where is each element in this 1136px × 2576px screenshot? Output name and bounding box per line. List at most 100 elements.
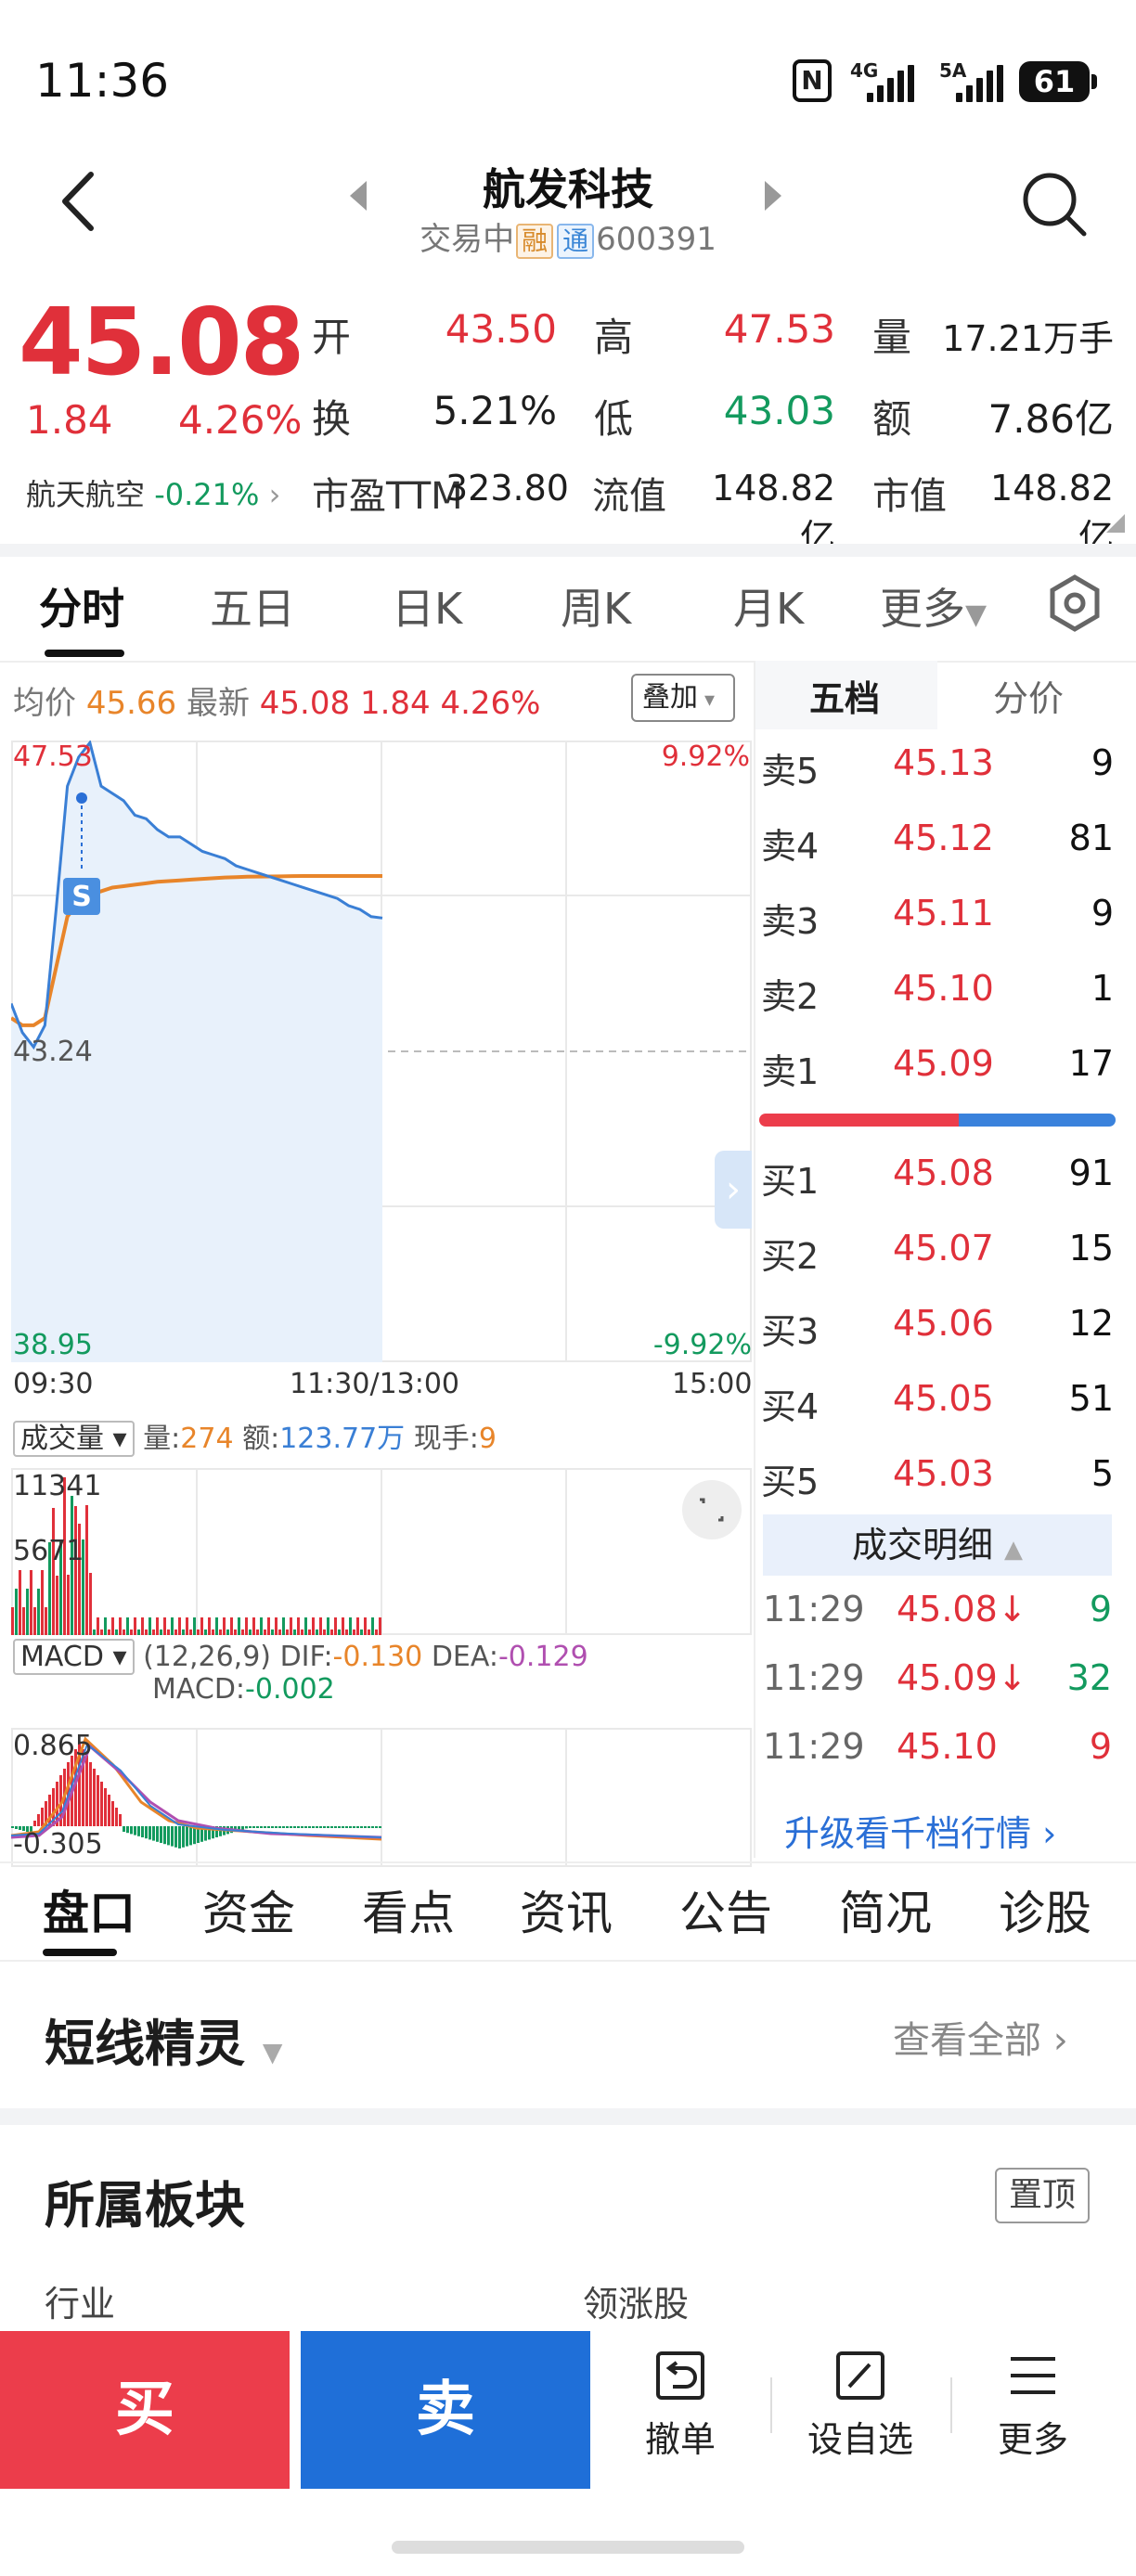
tab-news[interactable]: 资讯 (520, 1876, 613, 1943)
macd-bar (111, 1801, 114, 1826)
volume-dropdown[interactable]: 成交量 ▾ (13, 1421, 135, 1457)
bid-level[interactable]: 买5 45.03 5 (761, 1453, 1114, 1509)
sell-button[interactable]: 卖 (301, 2331, 590, 2489)
tab-order-book[interactable]: 盘口 (43, 1876, 136, 1943)
ask-level[interactable]: 卖5 45.13 9 (761, 742, 1114, 798)
fullscreen-icon[interactable] (681, 1479, 742, 1540)
ask-level-price: 45.09 (893, 1043, 994, 1084)
macd-bar (178, 1826, 181, 1848)
bid-level-price: 45.08 (893, 1153, 994, 1193)
macd-bar (245, 1826, 248, 1829)
more-actions-button[interactable]: 更多 (954, 2348, 1112, 2462)
trade-detail-header[interactable]: 成交明细 ▲ (763, 1514, 1112, 1576)
volume-bar (304, 1617, 307, 1635)
macd-bar (297, 1826, 300, 1828)
ask-level[interactable]: 卖2 45.10 1 (761, 968, 1114, 1024)
see-all-link[interactable]: 查看全部 › (893, 2010, 1068, 2064)
tab-announcements[interactable]: 公告 (679, 1876, 772, 1943)
tab-diagnosis[interactable]: 诊股 (999, 1876, 1091, 1943)
connect-tag: 通 (557, 224, 595, 259)
edit-watchlist-icon (836, 2351, 884, 2400)
ask-level[interactable]: 卖1 45.09 17 (761, 1043, 1114, 1099)
cancel-order-icon (656, 2351, 704, 2400)
ask-level[interactable]: 卖3 45.11 9 (761, 893, 1114, 948)
macd-bar (241, 1826, 244, 1830)
macd-bar (152, 1826, 155, 1841)
tab-daily-k[interactable]: 日K (392, 575, 462, 637)
volume-bar (345, 1629, 348, 1635)
bid-level-volume: 91 (1068, 1153, 1114, 1193)
volume-bar (145, 1629, 148, 1635)
bid-level[interactable]: 买3 45.06 12 (761, 1303, 1114, 1359)
macd-bar (312, 1826, 315, 1828)
macd-bar (137, 1826, 140, 1836)
bid-level[interactable]: 买2 45.07 15 (761, 1228, 1114, 1283)
vol-ymax-label: 11341 (13, 1470, 102, 1502)
volume-bar (375, 1629, 378, 1635)
dif-label: DIF: (279, 1641, 333, 1673)
tab-price-distribution[interactable]: 分价 (993, 670, 1064, 721)
macd-bar (85, 1756, 88, 1826)
trade-time: 11:29 (763, 1657, 865, 1698)
pin-top-button[interactable]: 置顶 (995, 2168, 1090, 2223)
tab-profile[interactable]: 简况 (839, 1876, 932, 1943)
upgrade-level2-link[interactable]: 升级看千档行情 › (784, 1805, 1056, 1856)
chart-info-line: 均价 45.66 最新 45.08 1.84 4.26% (13, 677, 540, 723)
bid-level-volume: 15 (1068, 1228, 1114, 1269)
search-icon[interactable] (1019, 169, 1090, 239)
avg-label: 均价 (13, 685, 76, 722)
volume-bar (364, 1617, 367, 1635)
open-label: 开 (312, 315, 352, 360)
macd-bar (364, 1826, 367, 1828)
ask-level[interactable]: 卖4 45.12 81 (761, 818, 1114, 873)
macd-bar (290, 1826, 292, 1828)
settings-hex-icon[interactable] (1045, 573, 1104, 633)
tab-highlights[interactable]: 看点 (362, 1876, 455, 1943)
pct-min-label: -9.92% (652, 1329, 752, 1361)
volume-chart[interactable] (11, 1468, 752, 1635)
vol-value: 274 (180, 1423, 234, 1455)
tab-weekly-k[interactable]: 周K (561, 575, 631, 637)
vol-label: 量: (143, 1423, 181, 1455)
related-sector[interactable]: 航天航空 -0.21% › (26, 471, 280, 514)
volume-bar (267, 1617, 270, 1635)
tab-monthly-k[interactable]: 月K (733, 575, 804, 637)
volume-bar (119, 1617, 122, 1635)
macd-bar (134, 1826, 136, 1835)
expand-panel-handle[interactable]: › (715, 1151, 752, 1229)
buy-button[interactable]: 买 (0, 2331, 290, 2489)
overlay-dropdown[interactable]: 叠加 ▾ (631, 674, 735, 722)
bid-level[interactable]: 买4 45.05 51 (761, 1378, 1114, 1434)
divider (0, 1960, 1136, 1962)
volume-bar (327, 1617, 329, 1635)
volume-bar (371, 1617, 374, 1635)
pe-label: 市盈TTM (312, 475, 463, 518)
signal-icon (956, 65, 1003, 102)
macd-bar (148, 1826, 151, 1840)
amount-label: 额 (872, 396, 912, 442)
expand-corner-icon[interactable] (1106, 514, 1125, 533)
macd-label: MACD: (152, 1673, 246, 1706)
tab-intraday[interactable]: 分时 (39, 575, 124, 637)
macd-dropdown[interactable]: MACD ▾ (13, 1639, 135, 1675)
tab-funds[interactable]: 资金 (202, 1876, 295, 1943)
home-indicator[interactable] (392, 2541, 744, 2554)
industry-label: 行业 (45, 2284, 116, 2325)
volume-bar (215, 1617, 218, 1635)
tab-more[interactable]: 更多▼ (880, 575, 987, 637)
volume-bar (356, 1617, 359, 1635)
macd-chart[interactable] (11, 1728, 752, 1867)
tab-5day[interactable]: 五日 (210, 575, 295, 637)
macd-bar (353, 1826, 355, 1828)
volume-bar (256, 1629, 259, 1635)
bid-level[interactable]: 买1 45.08 91 (761, 1153, 1114, 1208)
short-signal-title[interactable]: 短线精灵 ▼ (45, 2003, 282, 2076)
intraday-chart[interactable]: S (11, 741, 752, 1362)
volume-bar (219, 1629, 222, 1635)
volume-bar (245, 1617, 248, 1635)
add-watchlist-button[interactable]: 设自选 (781, 2348, 939, 2462)
bid-level-volume: 5 (1091, 1453, 1114, 1494)
cancel-order-button[interactable]: 撤单 (601, 2348, 759, 2462)
overlay-label: 叠加 (642, 681, 698, 714)
tab-five-levels[interactable]: 五档 (809, 670, 880, 721)
